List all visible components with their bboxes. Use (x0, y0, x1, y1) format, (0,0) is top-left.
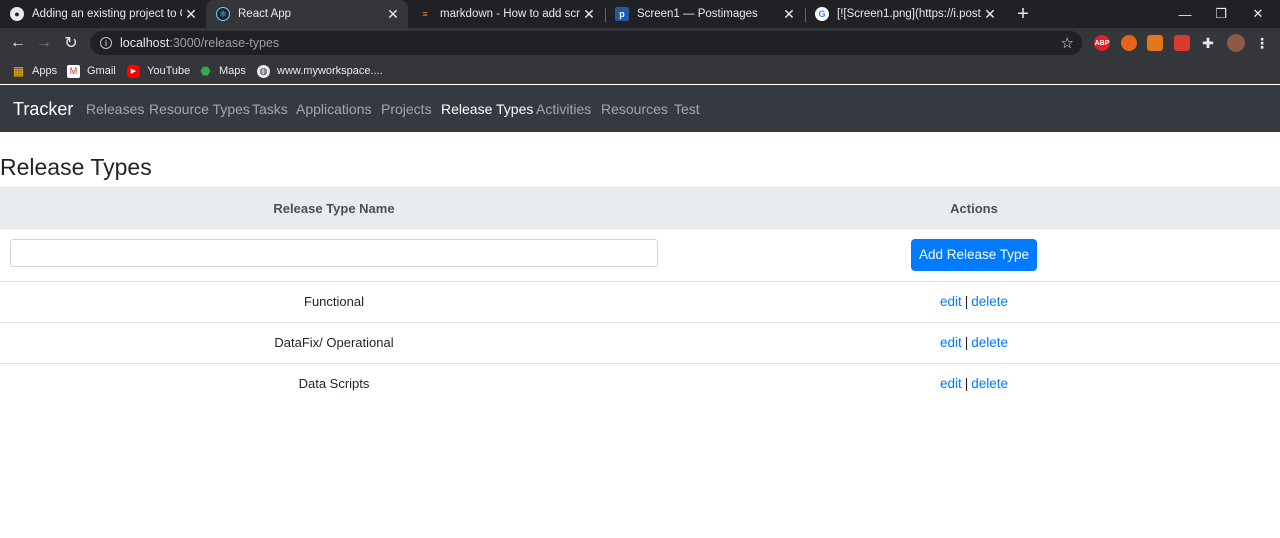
bookmark-gmail[interactable]: M Gmail (67, 63, 116, 79)
honey-extension-icon[interactable] (1121, 35, 1137, 51)
bookmark-apps[interactable]: ▦ Apps (12, 63, 57, 79)
browser-toolbar: ← → ↻ i localhost:3000/release-types ☆ A… (0, 28, 1280, 58)
forward-arrow-icon[interactable]: → (34, 33, 54, 53)
app-navbar: Tracker Releases Resource Types Tasks Ap… (0, 85, 1280, 132)
close-icon[interactable]: ✕ (384, 6, 402, 23)
close-icon[interactable]: ✕ (182, 6, 200, 23)
bookmark-label: Gmail (87, 65, 116, 77)
edit-link[interactable]: edit (940, 335, 962, 350)
minimize-icon[interactable]: — (1170, 0, 1200, 28)
action-separator: | (964, 376, 969, 391)
tab-title: React App (238, 8, 292, 20)
address-bar[interactable]: i localhost:3000/release-types ☆ (90, 31, 1082, 55)
kebab-menu-icon[interactable]: ⋮ (1254, 35, 1270, 51)
bookmark-youtube[interactable]: ▶ YouTube (127, 63, 190, 79)
reload-icon[interactable]: ↻ (61, 33, 81, 53)
browser-tab-react-app[interactable]: ⚛ React App ✕ (206, 0, 408, 28)
bookmark-maps[interactable]: ⬣ Maps (199, 63, 246, 79)
browser-tab-google[interactable]: G [![Screen1.png](https://i.postimg ✕ (805, 0, 1005, 28)
tab-title: [![Screen1.png](https://i.postimg (837, 8, 981, 20)
back-arrow-icon[interactable]: ← (8, 33, 28, 53)
release-type-name: Data Scripts (298, 376, 370, 391)
close-icon[interactable]: ✕ (780, 6, 798, 23)
column-header-actions: Actions (950, 201, 998, 216)
table-row: DataFix/ Operational edit | delete (0, 323, 1280, 364)
tab-title: Adding an existing project to GitHub (32, 8, 182, 20)
release-type-name-input[interactable] (10, 239, 658, 267)
release-type-name: Functional (304, 294, 364, 309)
bookmark-label: www.myworkspace.... (277, 65, 383, 77)
adblock-plus-icon[interactable]: ABP (1094, 35, 1110, 51)
browser-tab-strip: ● Adding an existing project to GitHub ✕… (0, 0, 1280, 28)
nav-resource-types[interactable]: Resource Types (149, 100, 250, 119)
metamask-icon[interactable] (1147, 35, 1163, 51)
nav-activities[interactable]: Activities (536, 100, 591, 119)
window-close-icon[interactable]: ✕ (1243, 0, 1273, 28)
nav-applications[interactable]: Applications (296, 100, 372, 119)
bookmark-star-icon[interactable]: ☆ (1061, 34, 1074, 52)
delete-link[interactable]: delete (971, 294, 1008, 309)
nav-tasks[interactable]: Tasks (252, 100, 288, 119)
bookmarks-bar: ▦ Apps M Gmail ▶ YouTube ⬣ Maps ◍ www.my… (0, 58, 1280, 84)
action-separator: | (964, 294, 969, 309)
brand-logo[interactable]: Tracker (13, 97, 73, 121)
info-icon[interactable]: i (100, 37, 112, 49)
puzzle-extensions-icon[interactable]: ✚ (1200, 35, 1216, 51)
browser-tab-stackoverflow[interactable]: ≡ markdown - How to add screenshot ✕ (408, 0, 604, 28)
edit-link[interactable]: edit (940, 376, 962, 391)
add-release-type-button[interactable]: Add Release Type (911, 239, 1037, 271)
release-type-name: DataFix/ Operational (274, 335, 394, 350)
postimages-icon: p (615, 7, 629, 21)
url-host: localhost (120, 36, 170, 50)
column-header-name: Release Type Name (273, 201, 395, 216)
gmail-icon: M (67, 64, 80, 78)
restore-icon[interactable]: ❐ (1206, 0, 1236, 28)
row-actions: edit | delete (668, 323, 1280, 363)
close-icon[interactable]: ✕ (981, 6, 999, 23)
browser-tab-postimages[interactable]: p Screen1 — Postimages ✕ (605, 0, 804, 28)
table-row: Functional edit | delete (0, 282, 1280, 323)
url-path: :3000/release-types (169, 36, 280, 50)
google-icon: G (815, 7, 829, 21)
table-header: Release Type Name Actions (0, 187, 1280, 229)
bookmark-label: Apps (32, 65, 58, 77)
table-row: Data Scripts edit | delete (0, 364, 1280, 405)
red-extension-icon[interactable] (1174, 35, 1190, 51)
nav-releases[interactable]: Releases (86, 100, 144, 119)
action-separator: | (964, 335, 969, 350)
edit-link[interactable]: edit (940, 294, 962, 309)
delete-link[interactable]: delete (971, 335, 1008, 350)
nav-test[interactable]: Test (674, 100, 700, 119)
nav-release-types[interactable]: Release Types (441, 100, 533, 119)
github-icon: ● (10, 7, 24, 21)
globe-icon: ◍ (257, 64, 270, 78)
close-icon[interactable]: ✕ (580, 6, 598, 23)
row-actions: edit | delete (668, 282, 1280, 322)
tab-title: Screen1 — Postimages (637, 8, 758, 20)
youtube-icon: ▶ (127, 64, 140, 78)
new-tab-button[interactable]: + (1013, 3, 1033, 25)
profile-avatar[interactable] (1227, 34, 1245, 52)
delete-link[interactable]: delete (971, 376, 1008, 391)
browser-tab-github[interactable]: ● Adding an existing project to GitHub ✕ (0, 0, 206, 28)
bookmark-label: YouTube (147, 65, 191, 77)
react-icon: ⚛ (216, 7, 230, 21)
bookmark-label: Maps (219, 65, 246, 77)
page-title: Release Types (0, 154, 152, 180)
maps-icon: ⬣ (200, 64, 211, 78)
row-actions: edit | delete (668, 364, 1280, 404)
apps-grid-icon: ▦ (12, 64, 25, 78)
tab-title: markdown - How to add screenshot (440, 8, 580, 20)
nav-resources[interactable]: Resources (601, 100, 668, 119)
nav-projects[interactable]: Projects (381, 100, 432, 119)
new-release-type-row: Add Release Type (0, 229, 1280, 282)
bookmark-myworkspace[interactable]: ◍ www.myworkspace.... (257, 63, 383, 79)
stackoverflow-icon: ≡ (422, 9, 428, 19)
